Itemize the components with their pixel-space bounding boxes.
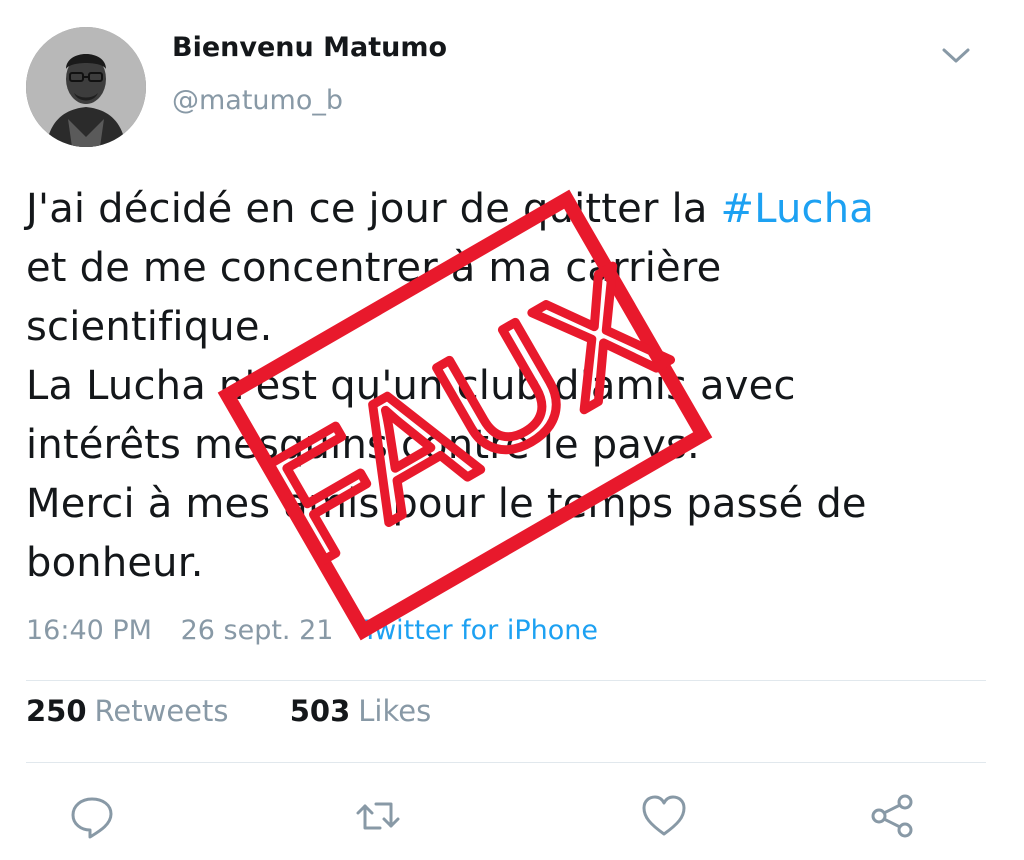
tweet-text: J'ai décidé en ce jour de quitter la #Lu… bbox=[26, 180, 986, 593]
tweet-text-part1: J'ai décidé en ce jour de quitter la bbox=[26, 186, 721, 232]
tweet-time: 16:40 PM bbox=[26, 615, 152, 646]
tweet-stats: 250 Retweets 503 Likes bbox=[26, 694, 431, 728]
avatar[interactable] bbox=[26, 27, 146, 147]
hashtag-link[interactable]: #Lucha bbox=[721, 186, 875, 232]
heart-icon[interactable] bbox=[640, 792, 688, 840]
likes-label: Likes bbox=[358, 694, 432, 728]
tweet-source[interactable]: Twitter for iPhone bbox=[362, 615, 598, 646]
retweets-stat[interactable]: 250 Retweets bbox=[26, 694, 229, 728]
divider bbox=[26, 762, 986, 763]
reply-icon[interactable] bbox=[68, 792, 116, 840]
retweets-label: Retweets bbox=[94, 694, 229, 728]
retweet-icon[interactable] bbox=[354, 792, 402, 840]
tweet-date[interactable]: 26 sept. 21 bbox=[181, 615, 334, 646]
divider bbox=[26, 680, 986, 681]
chevron-down-icon[interactable] bbox=[938, 40, 974, 70]
retweets-count: 250 bbox=[26, 694, 87, 728]
likes-count: 503 bbox=[289, 694, 351, 728]
user-handle[interactable]: @matumo_b bbox=[172, 85, 343, 116]
tweet-meta: 16:40 PM 26 sept. 21 Twitter for iPhone bbox=[26, 615, 618, 646]
likes-stat[interactable]: 503 Likes bbox=[290, 694, 431, 728]
display-name[interactable]: Bienvenu Matumo bbox=[172, 32, 447, 63]
share-icon[interactable] bbox=[868, 792, 916, 840]
tweet-text-part2: et de me concentrer à ma carrière scient… bbox=[26, 245, 867, 586]
